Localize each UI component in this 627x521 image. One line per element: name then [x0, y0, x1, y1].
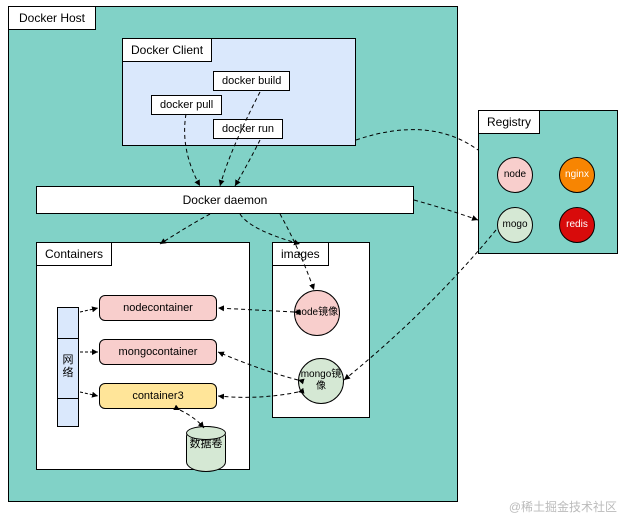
docker-daemon-box: Docker daemon [36, 186, 414, 214]
registry-panel: Registry node nginx mogo redis [478, 110, 618, 254]
data-volume-label: 数据卷 [190, 438, 223, 450]
image-mongo: mongo镜像 [298, 358, 344, 404]
container-mongo: mongocontainer [99, 339, 217, 365]
watermark: @稀土掘金技术社区 [509, 498, 617, 515]
docker-host-label: Docker Host [8, 6, 96, 30]
image-node: node镜像 [294, 290, 340, 336]
network-bar: 网络 [57, 307, 79, 427]
images-label: images [272, 242, 329, 266]
cmd-docker-run: docker run [213, 119, 283, 139]
registry-redis: redis [559, 207, 595, 243]
cmd-docker-pull: docker pull [151, 95, 222, 115]
registry-label: Registry [478, 110, 540, 134]
cmd-docker-build: docker build [213, 71, 290, 91]
registry-mogo: mogo [497, 207, 533, 243]
docker-client-panel: Docker Client docker build docker pull d… [122, 38, 356, 146]
registry-nginx: nginx [559, 157, 595, 193]
container-node: nodecontainer [99, 295, 217, 321]
data-volume: 数据卷 [186, 426, 226, 472]
network-label: 网络 [61, 354, 75, 380]
registry-node: node [497, 157, 533, 193]
containers-label: Containers [36, 242, 112, 266]
docker-client-label: Docker Client [122, 38, 212, 62]
container-3: container3 [99, 383, 217, 409]
